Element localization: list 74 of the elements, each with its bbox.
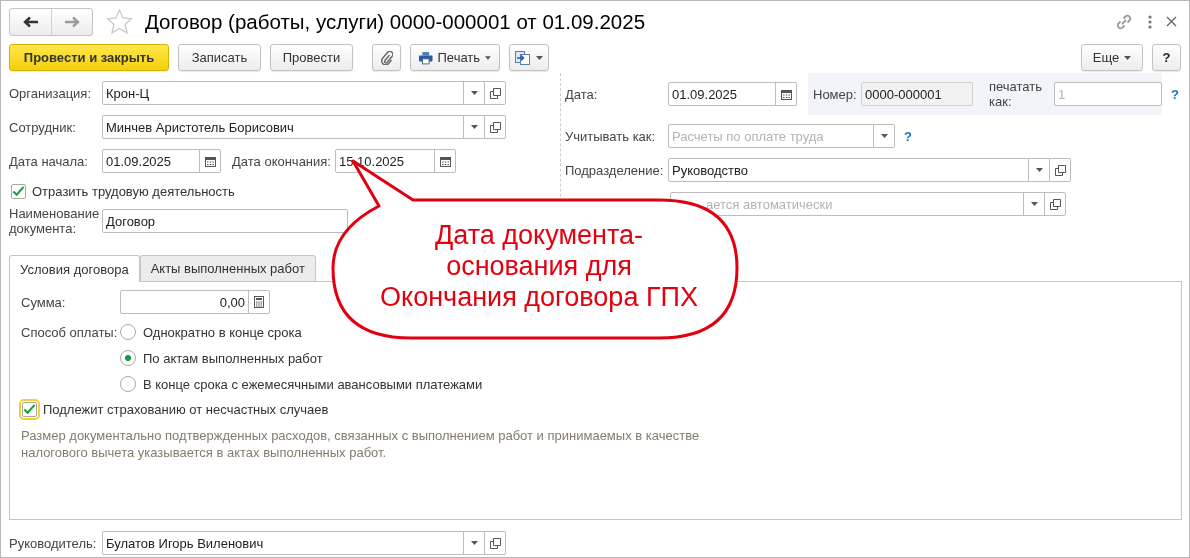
open-window-icon bbox=[1049, 198, 1061, 210]
field-label: Учитывать как: bbox=[565, 128, 657, 144]
open-window-icon bbox=[489, 537, 501, 549]
field-label: Способ оплаты: bbox=[20, 324, 119, 340]
radio-button[interactable] bbox=[120, 324, 136, 340]
forward-arrow-icon bbox=[64, 15, 80, 28]
checkbox-label[interactable]: Подлежит страхованию от несчастных случаев bbox=[43, 401, 329, 417]
paperclip-icon bbox=[380, 50, 393, 65]
input-field[interactable]: 15.10.2025 bbox=[335, 149, 456, 173]
print-button[interactable]: Печать bbox=[410, 44, 500, 71]
tab[interactable]: Условия договора bbox=[9, 255, 140, 282]
more-icon[interactable] bbox=[1148, 14, 1152, 29]
export-icon bbox=[515, 50, 530, 65]
option-label[interactable]: В конце срока с ежемесячными авансовыми платежами bbox=[143, 376, 483, 392]
calendar-icon bbox=[204, 155, 216, 167]
field-label: печатать как: bbox=[989, 79, 1044, 109]
field-label: Сотрудник: bbox=[9, 119, 77, 135]
option-label[interactable]: Однократно в конце срока bbox=[143, 324, 302, 340]
input-field[interactable]: 01.09.2025 bbox=[102, 149, 221, 173]
input-field[interactable]: Руководство bbox=[668, 158, 1071, 182]
field-label: Номер: bbox=[813, 86, 858, 102]
caret-icon bbox=[536, 55, 543, 60]
input-field[interactable]: 01.09.2025 bbox=[668, 82, 797, 106]
help-link[interactable]: ? bbox=[1171, 86, 1179, 102]
toolbar-button[interactable]: Провести bbox=[270, 44, 353, 71]
calendar-icon bbox=[439, 155, 451, 167]
open-window-icon bbox=[489, 121, 501, 133]
open-window-icon bbox=[1054, 164, 1066, 176]
tab[interactable]: Акты выполненных работ bbox=[139, 255, 316, 281]
calculator-icon bbox=[254, 296, 264, 308]
caret-icon bbox=[470, 541, 478, 545]
calendar-icon bbox=[780, 88, 792, 100]
input-field[interactable]: Крон-Ц bbox=[102, 81, 506, 105]
back-arrow-icon bbox=[22, 15, 39, 28]
open-window-icon bbox=[489, 87, 501, 99]
caret-icon bbox=[470, 125, 478, 129]
checkbox[interactable] bbox=[22, 401, 37, 417]
attach-button[interactable] bbox=[372, 44, 401, 71]
close-icon[interactable] bbox=[1166, 16, 1177, 27]
callout-text: Дата документа- основания для Окончания договора ГПХ bbox=[379, 220, 699, 313]
field-label: Руководитель: bbox=[9, 535, 98, 551]
caret-icon bbox=[880, 134, 888, 138]
input-field[interactable]: 0000-000001 bbox=[861, 82, 973, 106]
window-title: Договор (работы, услуги) 0000-000001 от 01.09.2025 bbox=[145, 9, 646, 34]
checkbox[interactable] bbox=[11, 183, 26, 199]
help-link[interactable]: ? bbox=[904, 128, 912, 144]
field-label: Организация: bbox=[9, 85, 93, 101]
caret-icon bbox=[485, 55, 491, 60]
input-field[interactable]: 0,00 bbox=[120, 290, 270, 314]
printer-icon bbox=[419, 50, 433, 65]
radio-button[interactable] bbox=[120, 350, 136, 366]
input-field[interactable]: Договор bbox=[102, 209, 348, 233]
checkbox-label[interactable]: Отразить трудовую деятельность bbox=[32, 183, 235, 199]
star-icon[interactable] bbox=[106, 8, 133, 35]
option-label[interactable]: По актам выполненных работ bbox=[143, 350, 323, 366]
export-button[interactable] bbox=[509, 44, 549, 71]
post-and-close-button[interactable]: Провести и закрыть bbox=[9, 44, 169, 71]
field-label: Дата начала: bbox=[9, 153, 89, 169]
help-button[interactable]: ? bbox=[1152, 44, 1181, 71]
field-label: Подразделение: bbox=[565, 162, 665, 178]
field-label: Сумма: bbox=[20, 294, 67, 310]
input-field[interactable]: Булатов Игорь Виленович bbox=[102, 531, 506, 555]
toolbar-button[interactable]: Записать bbox=[178, 44, 261, 71]
caret-icon bbox=[1124, 55, 1132, 60]
caret-icon bbox=[1030, 202, 1038, 206]
field-label: Наименование документа: bbox=[9, 206, 101, 236]
radio-button[interactable] bbox=[120, 376, 136, 392]
caret-icon bbox=[470, 91, 478, 95]
input-field[interactable]: Минчев Аристотель Борисович bbox=[102, 115, 506, 139]
field-label: Дата окончания: bbox=[232, 153, 332, 169]
hint-text: Размер документально подтвержденных расходов, связанных с выполнением работ и принимаемых в качестве налогового вычета указывается в актах выполненных работ. bbox=[20, 427, 701, 461]
more-button[interactable]: Еще bbox=[1081, 44, 1143, 71]
caret-icon bbox=[1035, 168, 1043, 172]
field-label: Дата: bbox=[565, 86, 599, 102]
